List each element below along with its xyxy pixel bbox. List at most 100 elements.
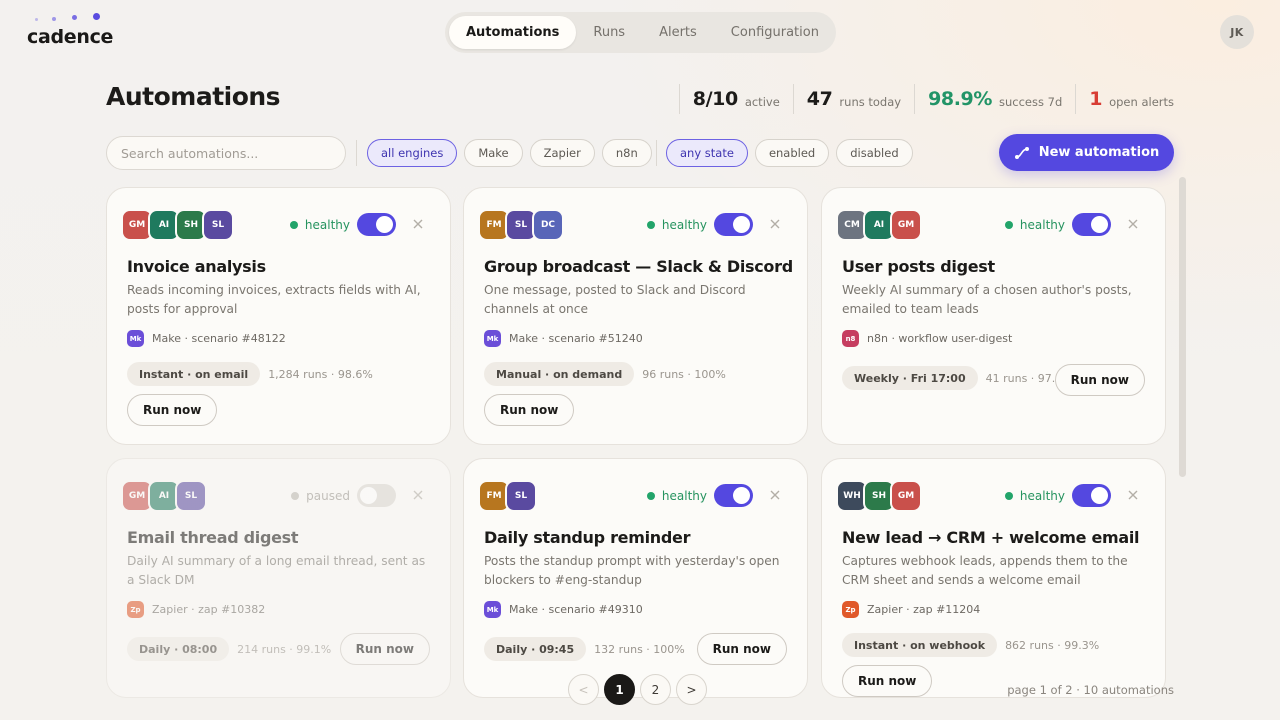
card-title[interactable]: New lead → CRM + welcome email xyxy=(842,528,1140,547)
stat-success: 98.9% success 7d xyxy=(914,84,1075,114)
card-description: Weekly AI summary of a chosen author's p… xyxy=(842,283,1132,316)
run-now-button[interactable]: Run now xyxy=(696,633,787,665)
status-label: healthy xyxy=(304,218,350,232)
enable-toggle[interactable] xyxy=(357,213,396,236)
user-avatar[interactable]: JK xyxy=(1220,15,1254,49)
chip-make[interactable]: Make xyxy=(464,139,523,167)
source-label: Make · scenario #51240 xyxy=(509,332,643,345)
run-stats: 96 runs · 100% xyxy=(642,367,726,381)
integration-avatars: GM AI SL xyxy=(121,480,207,512)
card-description: Posts the standup prompt with yesterday'… xyxy=(484,554,780,587)
source-line: n8 n8n · workflow user-digest xyxy=(842,330,1012,347)
status-dot xyxy=(291,492,300,500)
status-badge: healthy xyxy=(289,218,350,232)
trigger-pill: Weekly · Fri 17:00 xyxy=(842,366,978,390)
card-title[interactable]: Invoice analysis xyxy=(127,257,266,276)
card-title[interactable]: Daily standup reminder xyxy=(484,528,690,547)
enable-toggle[interactable] xyxy=(357,484,396,507)
enable-toggle[interactable] xyxy=(714,213,753,236)
chip-all-engines[interactable]: all engines xyxy=(367,139,458,167)
tab-runs[interactable]: Runs xyxy=(576,16,642,49)
chip-enabled[interactable]: enabled xyxy=(754,139,830,167)
tab-configuration[interactable]: Configuration xyxy=(714,16,836,49)
automation-card[interactable]: FM SL DC healthy Group broadcast — Slack & D… xyxy=(463,187,808,445)
run-now-button[interactable]: Run now xyxy=(1054,364,1145,396)
run-now-button[interactable]: Run now xyxy=(484,394,575,426)
source-label: n8n · workflow user-digest xyxy=(867,332,1013,345)
stat-label: open alerts xyxy=(1109,94,1174,109)
card-title[interactable]: Group broadcast — Slack & Discord xyxy=(484,257,793,276)
run-now-button[interactable]: Run now xyxy=(339,633,430,665)
status-dot xyxy=(1004,221,1013,229)
engine-icon: Zp xyxy=(842,601,859,618)
engine-filter: all engines Make Zapier n8n xyxy=(367,139,652,167)
automation-card[interactable]: WH SH GM healthy New lead → CRM + welcome em… xyxy=(821,458,1166,698)
engine-icon: n8 xyxy=(842,330,859,347)
enable-toggle[interactable] xyxy=(714,484,753,507)
page-2-button[interactable]: 2 xyxy=(640,674,671,705)
tab-alerts[interactable]: Alerts xyxy=(642,16,714,49)
chip-zapier[interactable]: Zapier xyxy=(529,139,595,167)
card-title[interactable]: Email thread digest xyxy=(127,528,299,547)
close-icon[interactable] xyxy=(411,488,425,502)
run-stats: 214 runs · 99.1% xyxy=(237,642,332,656)
divider xyxy=(656,140,657,166)
close-icon[interactable] xyxy=(411,217,425,231)
engine-icon: Mk xyxy=(484,601,501,618)
card-title[interactable]: User posts digest xyxy=(842,257,995,276)
run-stats: 132 runs · 100% xyxy=(594,642,685,656)
close-icon[interactable] xyxy=(768,217,782,231)
trigger-row: Instant · on webhook 862 runs · 99.3% xyxy=(842,633,1099,657)
stat-value: 47 xyxy=(806,88,833,110)
toggle-knob xyxy=(733,487,750,504)
stat-active: 8/10 active xyxy=(678,84,793,114)
trigger-row: Daily · 08:00 214 runs · 99.1% xyxy=(127,637,331,661)
automation-card[interactable]: FM SL healthy Daily standup reminder Posts t… xyxy=(463,458,808,698)
toggle-knob xyxy=(376,216,393,233)
trigger-pill: Daily · 09:45 xyxy=(484,637,587,661)
automation-card[interactable]: CM AI GM healthy User posts digest Weekly AI … xyxy=(821,187,1166,445)
chip-any-state[interactable]: any state xyxy=(666,139,748,167)
divider xyxy=(356,140,357,166)
source-label: Make · scenario #48122 xyxy=(152,332,286,345)
automation-card[interactable]: GM AI SL paused Email thread digest Daily AI … xyxy=(106,458,451,698)
tab-automations[interactable]: Automations xyxy=(449,16,577,49)
trigger-pill: Instant · on email xyxy=(127,362,261,386)
chip-disabled[interactable]: disabled xyxy=(836,139,913,167)
app-name: cadence xyxy=(27,26,114,48)
status-badge: paused xyxy=(291,489,350,503)
close-icon[interactable] xyxy=(1126,488,1140,502)
integration-avatar: SL xyxy=(175,480,207,512)
automation-card[interactable]: GM AI SH SL healthy Invoice analysis Reads inc… xyxy=(106,187,451,445)
scrollbar[interactable] xyxy=(1179,177,1186,477)
search-input[interactable] xyxy=(106,136,346,170)
chip-n8n[interactable]: n8n xyxy=(601,139,652,167)
stat-open-alerts[interactable]: 1 open alerts xyxy=(1075,84,1174,114)
new-automation-button[interactable]: New automation xyxy=(999,134,1174,171)
status-badge: healthy xyxy=(646,218,707,232)
source-label: Make · scenario #49310 xyxy=(509,603,643,616)
next-page-button[interactable]: > xyxy=(676,674,707,705)
enable-toggle[interactable] xyxy=(1072,484,1111,507)
status-dot xyxy=(1004,492,1013,500)
page-1-button[interactable]: 1 xyxy=(604,674,635,705)
enable-toggle[interactable] xyxy=(1072,213,1111,236)
engine-icon: Zp xyxy=(127,601,144,618)
status-badge: healthy xyxy=(1004,218,1065,232)
flow-icon xyxy=(1014,146,1029,159)
logo-dots xyxy=(35,13,115,23)
card-description: Daily AI summary of a long email thread,… xyxy=(127,554,426,587)
prev-page-button[interactable]: < xyxy=(568,674,599,705)
app-logo[interactable]: cadence xyxy=(27,10,117,50)
integration-avatars: FM SL DC xyxy=(478,209,564,241)
close-icon[interactable] xyxy=(1126,217,1140,231)
close-icon[interactable] xyxy=(768,488,782,502)
source-line: Mk Make · scenario #48122 xyxy=(127,330,286,347)
integration-avatar: GM xyxy=(890,480,922,512)
run-now-button[interactable]: Run now xyxy=(842,665,933,697)
status-label: paused xyxy=(306,489,350,503)
status-dot xyxy=(646,492,655,500)
run-now-button[interactable]: Run now xyxy=(127,394,218,426)
page-info: page 1 of 2 · 10 automations xyxy=(1007,683,1174,697)
source-label: Zapier · zap #10382 xyxy=(152,603,266,616)
